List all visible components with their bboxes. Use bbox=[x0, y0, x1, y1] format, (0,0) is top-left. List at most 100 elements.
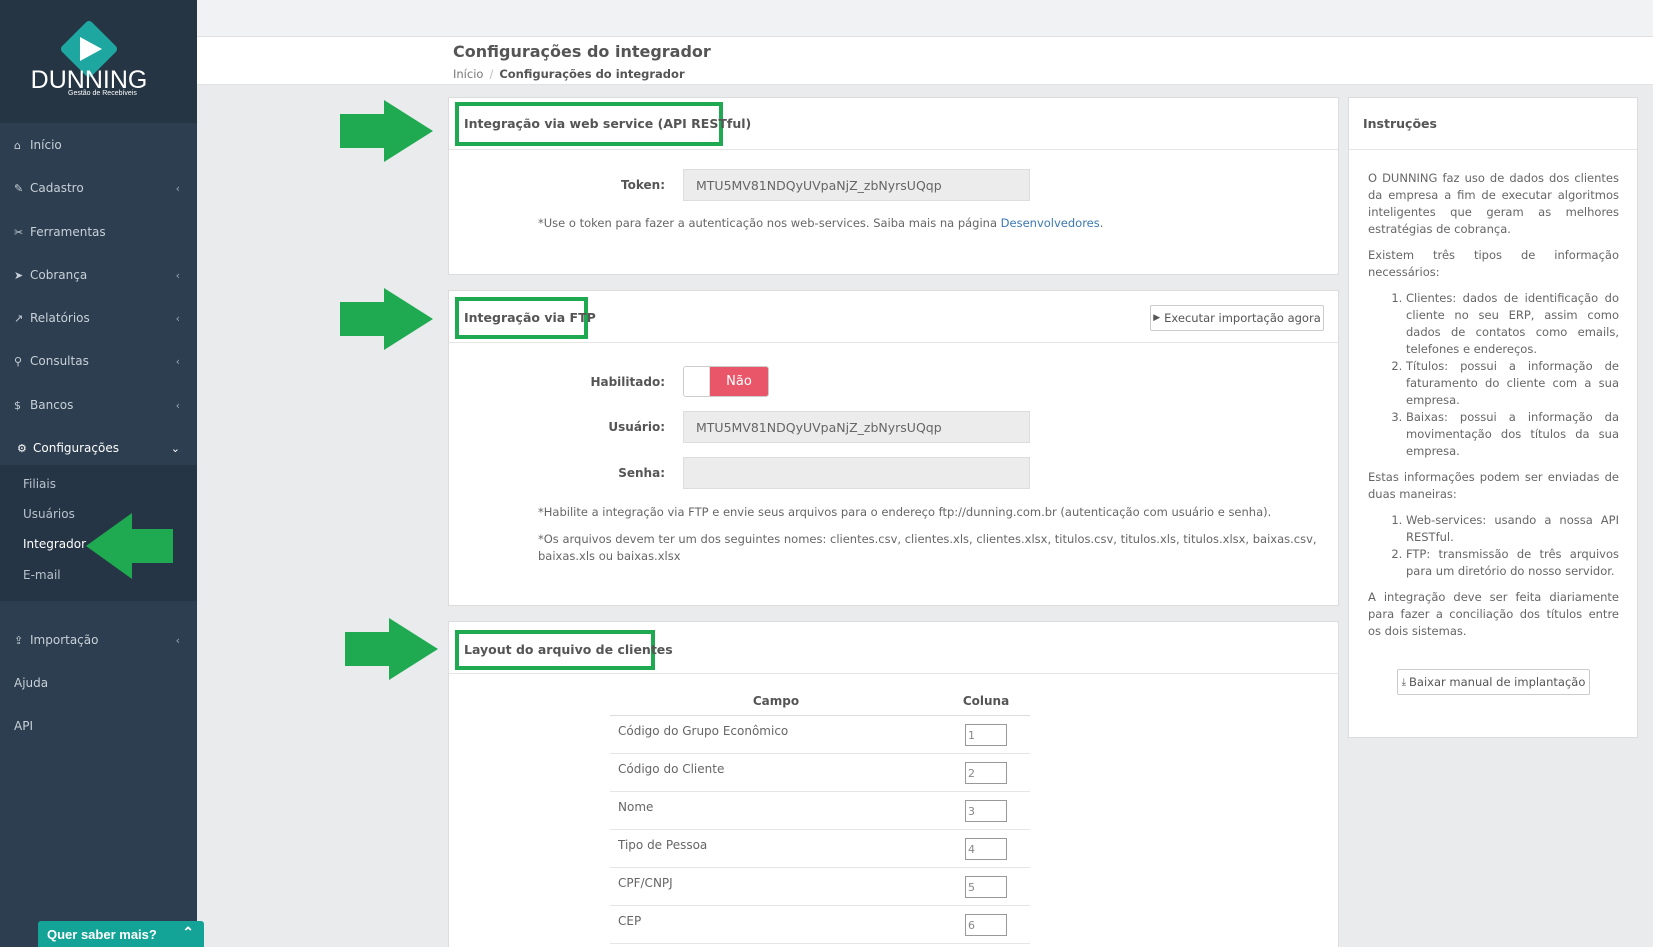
download-icon: ⤓ bbox=[1401, 676, 1407, 688]
sidebar-item-importacao[interactable]: ⇪ Importação ‹ bbox=[0, 620, 197, 660]
column-header-campo: Campo bbox=[610, 687, 942, 716]
list-item: FTP: transmissão de três arquivos para u… bbox=[1406, 546, 1619, 580]
instructions-paragraph: O DUNNING faz uso de dados dos clientes … bbox=[1368, 171, 1619, 236]
sidebar-item-label: Configurações bbox=[33, 441, 119, 455]
chevron-down-icon: ⌄ bbox=[170, 441, 180, 455]
submenu-item-filiais[interactable]: Filiais bbox=[23, 477, 56, 491]
ftp-note-address: *Habilite a integração via FTP e envie s… bbox=[538, 505, 1272, 519]
sidebar-item-ajuda[interactable]: Ajuda bbox=[0, 663, 197, 703]
submenu-item-usuarios[interactable]: Usuários bbox=[23, 507, 75, 521]
sidebar-item-label: Bancos bbox=[30, 398, 74, 412]
api-note: *Use o token para fazer a autenticação n… bbox=[538, 216, 1104, 230]
chevron-left-icon: ‹ bbox=[175, 268, 180, 282]
table-row: Nome 3 bbox=[610, 791, 1030, 830]
field-name: Código do Grupo Econômico bbox=[610, 715, 942, 754]
sidebar-item-configuracoes[interactable]: ⚙ Configurações ⌄ bbox=[0, 428, 197, 468]
sidebar-item-ferramentas[interactable]: ✂ Ferramentas bbox=[0, 212, 197, 252]
page-header: Configurações do integrador Início / Confi… bbox=[197, 37, 1653, 85]
field-name: CEP bbox=[610, 905, 942, 944]
sidebar-item-label: Cadastro bbox=[30, 181, 84, 195]
sidebar-item-cobranca[interactable]: ➤ Cobrança ‹ bbox=[0, 255, 197, 295]
run-import-label: Executar importação agora bbox=[1164, 311, 1321, 325]
help-widget-label: Quer saber mais? bbox=[47, 927, 157, 942]
send-methods-list: Web-services: usando a nossa API RESTful… bbox=[1406, 512, 1619, 580]
gear-icon: ⚙ bbox=[17, 441, 27, 455]
list-item: Baixas: possui a informação da movimenta… bbox=[1406, 409, 1619, 460]
instructions-paragraph: Estas informações podem ser enviadas de … bbox=[1368, 470, 1619, 501]
sidebar-item-consultas[interactable]: ⚲ Consultas ‹ bbox=[0, 341, 197, 381]
column-number-input[interactable]: 5 bbox=[965, 875, 1007, 898]
sidebar-item-label: Ajuda bbox=[14, 676, 49, 690]
developers-link[interactable]: Desenvolvedores bbox=[1001, 216, 1100, 230]
download-manual-button[interactable]: ⤓ Baixar manual de implantação bbox=[1397, 669, 1590, 695]
sidebar-item-label: Ferramentas bbox=[30, 225, 106, 239]
ftp-integration-panel: Integração via FTP ▶ Executar importação … bbox=[448, 290, 1339, 606]
dollar-icon: $ bbox=[14, 398, 21, 412]
info-types-list: Clientes: dados de identificação do clie… bbox=[1406, 290, 1619, 460]
table-header-row: Campo Coluna bbox=[610, 687, 1030, 716]
api-integration-panel: Integração via web service (API RESTful)… bbox=[448, 97, 1339, 275]
column-number-input[interactable]: 1 bbox=[965, 723, 1007, 746]
user-label: Usuário: bbox=[608, 420, 665, 434]
column-number-input[interactable]: 3 bbox=[965, 799, 1007, 822]
logo[interactable]: DUNNING Gestão de Recebíveis bbox=[0, 0, 197, 123]
chevron-left-icon: ‹ bbox=[175, 633, 180, 647]
field-name: CPF/CNPJ bbox=[610, 867, 942, 906]
run-import-button[interactable]: ▶ Executar importação agora bbox=[1150, 305, 1324, 331]
breadcrumb-current: Configurações do integrador bbox=[499, 67, 685, 81]
column-number-input[interactable]: 4 bbox=[965, 837, 1007, 860]
wrench-icon: ✂ bbox=[14, 225, 24, 239]
submenu-item-integrador[interactable]: Integrador bbox=[23, 537, 86, 551]
toggle-knob bbox=[684, 367, 710, 396]
arrow-left-annotation-icon bbox=[86, 513, 173, 579]
sidebar-item-inicio[interactable]: ⌂ Início bbox=[0, 125, 197, 165]
layout-panel-title: Layout do arquivo de clientes bbox=[464, 642, 673, 657]
table-row: CPF/CNPJ 5 bbox=[610, 867, 1030, 906]
toggle-off-label: Não bbox=[710, 367, 768, 396]
list-item: Clientes: dados de identificação do clie… bbox=[1406, 290, 1619, 358]
ftp-password-field[interactable] bbox=[683, 457, 1030, 489]
enabled-label: Habilitado: bbox=[590, 375, 665, 389]
send-icon: ➤ bbox=[14, 268, 24, 282]
table-row: CEP 6 bbox=[610, 905, 1030, 944]
column-number-input[interactable]: 2 bbox=[965, 761, 1007, 784]
sidebar-item-label: API bbox=[14, 719, 33, 733]
page-title: Configurações do integrador bbox=[453, 42, 711, 61]
instructions-title: Instruções bbox=[1363, 116, 1437, 131]
chevron-left-icon: ‹ bbox=[175, 311, 180, 325]
breadcrumb-home-link[interactable]: Início bbox=[453, 67, 483, 81]
client-layout-panel: Layout do arquivo de clientes Campo Colu… bbox=[448, 621, 1339, 947]
chevron-up-icon: ⌃ bbox=[182, 924, 194, 940]
token-field[interactable]: MTU5MV81NDQyUVpaNjZ_zbNyrsUQqp bbox=[683, 169, 1030, 201]
sidebar-item-api[interactable]: API bbox=[0, 706, 197, 746]
field-name: Código do Cliente bbox=[610, 753, 942, 792]
home-icon: ⌂ bbox=[14, 138, 21, 152]
help-widget[interactable]: Quer saber mais? ⌃ bbox=[38, 921, 204, 947]
table-row: Código do Grupo Econômico 1 bbox=[610, 715, 1030, 754]
sidebar-item-label: Cobrança bbox=[30, 268, 88, 282]
token-label: Token: bbox=[621, 178, 665, 192]
brand-tagline: Gestão de Recebíveis bbox=[68, 90, 137, 97]
list-item: Web-services: usando a nossa API RESTful… bbox=[1406, 512, 1619, 546]
chevron-left-icon: ‹ bbox=[175, 398, 180, 412]
play-icon: ▶ bbox=[1153, 313, 1161, 323]
ftp-user-field[interactable]: MTU5MV81NDQyUVpaNjZ_zbNyrsUQqp bbox=[683, 411, 1030, 443]
sidebar-item-relatorios[interactable]: ↗ Relatórios ‹ bbox=[0, 298, 197, 338]
chart-icon: ↗ bbox=[14, 311, 24, 325]
password-label: Senha: bbox=[618, 466, 665, 480]
instructions-paragraph: Existem três tipos de informação necessá… bbox=[1368, 248, 1619, 279]
field-name: Nome bbox=[610, 791, 942, 830]
sidebar-item-label: Importação bbox=[30, 633, 99, 647]
ftp-enabled-toggle[interactable]: Não bbox=[683, 366, 769, 397]
arrow-right-annotation-icon bbox=[340, 100, 433, 162]
sidebar-item-cadastro[interactable]: ✎ Cadastro ‹ bbox=[0, 168, 197, 208]
submenu-item-email[interactable]: E-mail bbox=[23, 568, 61, 582]
column-number-input[interactable]: 6 bbox=[965, 913, 1007, 936]
chevron-left-icon: ‹ bbox=[175, 181, 180, 195]
table-row: Tipo de Pessoa 4 bbox=[610, 829, 1030, 868]
sidebar: DUNNING Gestão de Recebíveis ⌂ Início ✎ Ca… bbox=[0, 0, 197, 947]
top-bar bbox=[197, 0, 1653, 37]
list-item: Títulos: possui a informação de faturame… bbox=[1406, 358, 1619, 409]
edit-icon: ✎ bbox=[14, 181, 24, 195]
sidebar-item-bancos[interactable]: $ Bancos ‹ bbox=[0, 385, 197, 425]
